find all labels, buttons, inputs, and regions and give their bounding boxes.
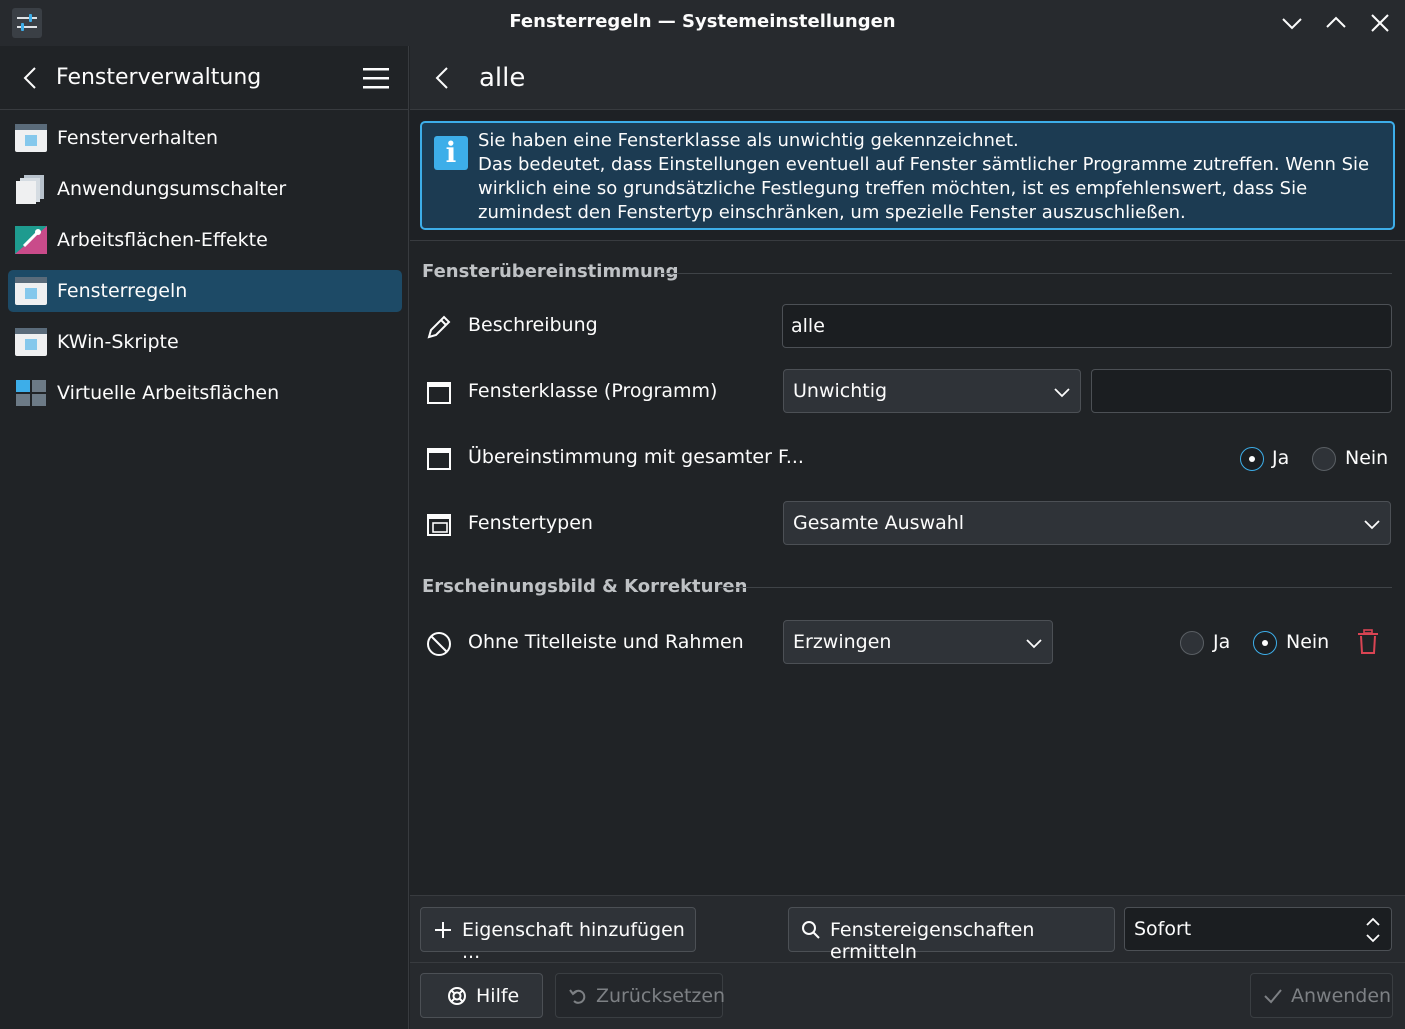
- info-banner-line2: Das bedeutet, dass Einstellungen eventue…: [478, 154, 1370, 223]
- section-title-match: Fensterübereinstimmung: [422, 261, 679, 282]
- no-titlebar-no-label: Nein: [1286, 631, 1330, 653]
- checkmark-icon: [1264, 989, 1282, 1004]
- task-switcher-icon: [16, 175, 44, 204]
- whole-match-label: Übereinstimmung mit gesamter F...: [468, 446, 804, 468]
- reset-label: Zurücksetzen: [596, 985, 726, 1007]
- description-label: Beschreibung: [468, 314, 598, 336]
- sidebar-item-virtual-desktops[interactable]: Virtuelle Arbeitsflächen: [8, 372, 402, 414]
- sidebar-item-label: Virtuelle Arbeitsflächen: [57, 382, 280, 404]
- window-behavior-icon: [15, 124, 47, 152]
- desktop-effects-icon: [15, 226, 47, 254]
- apply-button[interactable]: Anwenden: [1250, 973, 1393, 1018]
- sidebar-header: Fensterverwaltung: [0, 46, 408, 110]
- page-title: alle: [479, 63, 526, 93]
- whole-match-no-radio[interactable]: [1312, 447, 1336, 471]
- hamburger-menu-icon[interactable]: [360, 65, 392, 91]
- sidebar-item-window-rules[interactable]: Fensterregeln: [8, 270, 402, 312]
- window-icon: [427, 448, 451, 470]
- sidebar-item-task-switcher[interactable]: Anwendungsumschalter: [8, 168, 402, 210]
- no-titlebar-policy-combo[interactable]: Erzwingen: [783, 620, 1053, 664]
- help-label: Hilfe: [476, 985, 520, 1007]
- search-icon: [802, 921, 820, 939]
- detect-delay-spinbox[interactable]: Sofort: [1124, 907, 1392, 951]
- spin-arrows-icon[interactable]: [1363, 914, 1383, 946]
- no-titlebar-yes-radio[interactable]: [1180, 631, 1204, 655]
- add-property-button[interactable]: Eigenschaft hinzufügen ...: [420, 907, 696, 963]
- sidebar-item-kwin-scripts[interactable]: KWin-Skripte: [8, 321, 402, 363]
- kwin-scripts-icon: [15, 328, 47, 356]
- dialog-footer: Hilfe Zurücksetzen Anwenden: [410, 962, 1405, 1029]
- no-titlebar-yes-label: Ja: [1213, 631, 1231, 653]
- sidebar-item-desktop-effects[interactable]: Arbeitsflächen-Effekte: [8, 219, 402, 261]
- window-types-label: Fenstertypen: [468, 512, 593, 534]
- detect-properties-button[interactable]: Fenstereigenschaften ermitteln: [788, 907, 1115, 963]
- rule-properties: Fensterübereinstimmung Beschreibung alle…: [410, 240, 1405, 895]
- minimize-icon[interactable]: [1278, 9, 1306, 37]
- window-icon: [427, 382, 451, 404]
- sidebar-item-label: Arbeitsflächen-Effekte: [57, 229, 268, 251]
- whole-match-yes-radio[interactable]: [1240, 447, 1264, 471]
- main-header: alle: [410, 46, 1405, 110]
- combo-value: Gesamte Auswahl: [793, 512, 965, 534]
- info-banner-line1: Sie haben eine Fensterklasse als unwicht…: [478, 130, 1019, 151]
- window-class-input[interactable]: [1091, 369, 1392, 413]
- description-input[interactable]: alle: [782, 304, 1392, 348]
- combo-value: Unwichtig: [793, 380, 888, 402]
- sidebar-item-label: KWin-Skripte: [57, 331, 179, 353]
- help-lifebuoy-icon: [448, 987, 466, 1005]
- no-titlebar-no-radio[interactable]: [1253, 631, 1277, 655]
- help-button[interactable]: Hilfe: [420, 973, 543, 1018]
- back-icon[interactable]: [430, 65, 456, 91]
- apply-label: Anwenden: [1291, 985, 1392, 1007]
- pencil-icon: [427, 315, 451, 339]
- info-banner: i Sie haben eine Fensterklasse als unwic…: [420, 121, 1395, 230]
- delay-value: Sofort: [1134, 918, 1192, 940]
- window-types-combo[interactable]: Gesamte Auswahl: [783, 501, 1391, 545]
- plus-icon: [435, 922, 451, 938]
- section-divider: [658, 273, 1392, 274]
- sidebar-item-window-behavior[interactable]: Fensterverhalten: [8, 117, 402, 159]
- undo-icon: [569, 989, 586, 1004]
- chevron-down-icon: [1054, 388, 1070, 398]
- rule-toolbar: Eigenschaft hinzufügen ... Fenstereigens…: [410, 895, 1405, 963]
- no-titlebar-label: Ohne Titelleiste und Rahmen: [468, 631, 744, 653]
- combo-value: Erzwingen: [793, 631, 892, 653]
- chevron-down-icon: [1364, 520, 1380, 530]
- sidebar-item-label: Fensterverhalten: [57, 127, 219, 149]
- window-types-icon: [427, 514, 451, 536]
- section-divider: [719, 587, 1392, 588]
- sidebar: Fensterverwaltung Fensterverhalten Anwen…: [0, 46, 409, 1029]
- virtual-desktops-icon: [16, 380, 46, 406]
- sidebar-item-label: Fensterregeln: [57, 280, 188, 302]
- info-icon: i: [434, 136, 468, 170]
- window-class-label: Fensterklasse (Programm): [468, 380, 718, 402]
- window-class-match-combo[interactable]: Unwichtig: [783, 369, 1081, 413]
- add-property-label: Eigenschaft hinzufügen ...: [462, 919, 685, 963]
- delete-icon[interactable]: [1354, 628, 1382, 656]
- sidebar-title: Fensterverwaltung: [56, 65, 262, 90]
- main-panel: alle i Sie haben eine Fensterklasse als …: [410, 46, 1405, 1029]
- back-icon[interactable]: [18, 65, 44, 91]
- window-titlebar: Fensterregeln — Systemeinstellungen: [0, 0, 1405, 46]
- section-title-appearance: Erscheinungsbild & Korrekturen: [422, 576, 748, 597]
- sidebar-item-label: Anwendungsumschalter: [57, 178, 287, 200]
- close-icon[interactable]: [1366, 9, 1394, 37]
- window-rules-icon: [15, 277, 47, 305]
- maximize-icon[interactable]: [1322, 9, 1350, 37]
- detect-properties-label: Fenstereigenschaften ermitteln: [830, 919, 1035, 963]
- reset-button[interactable]: Zurücksetzen: [555, 973, 726, 1018]
- info-banner-text: Sie haben eine Fensterklasse als unwicht…: [478, 129, 1388, 225]
- whole-match-yes-label: Ja: [1272, 447, 1290, 469]
- disabled-icon: [427, 632, 451, 656]
- window-title: Fensterregeln — Systemeinstellungen: [509, 11, 896, 32]
- whole-match-no-label: Nein: [1345, 447, 1389, 469]
- chevron-down-icon: [1026, 639, 1042, 649]
